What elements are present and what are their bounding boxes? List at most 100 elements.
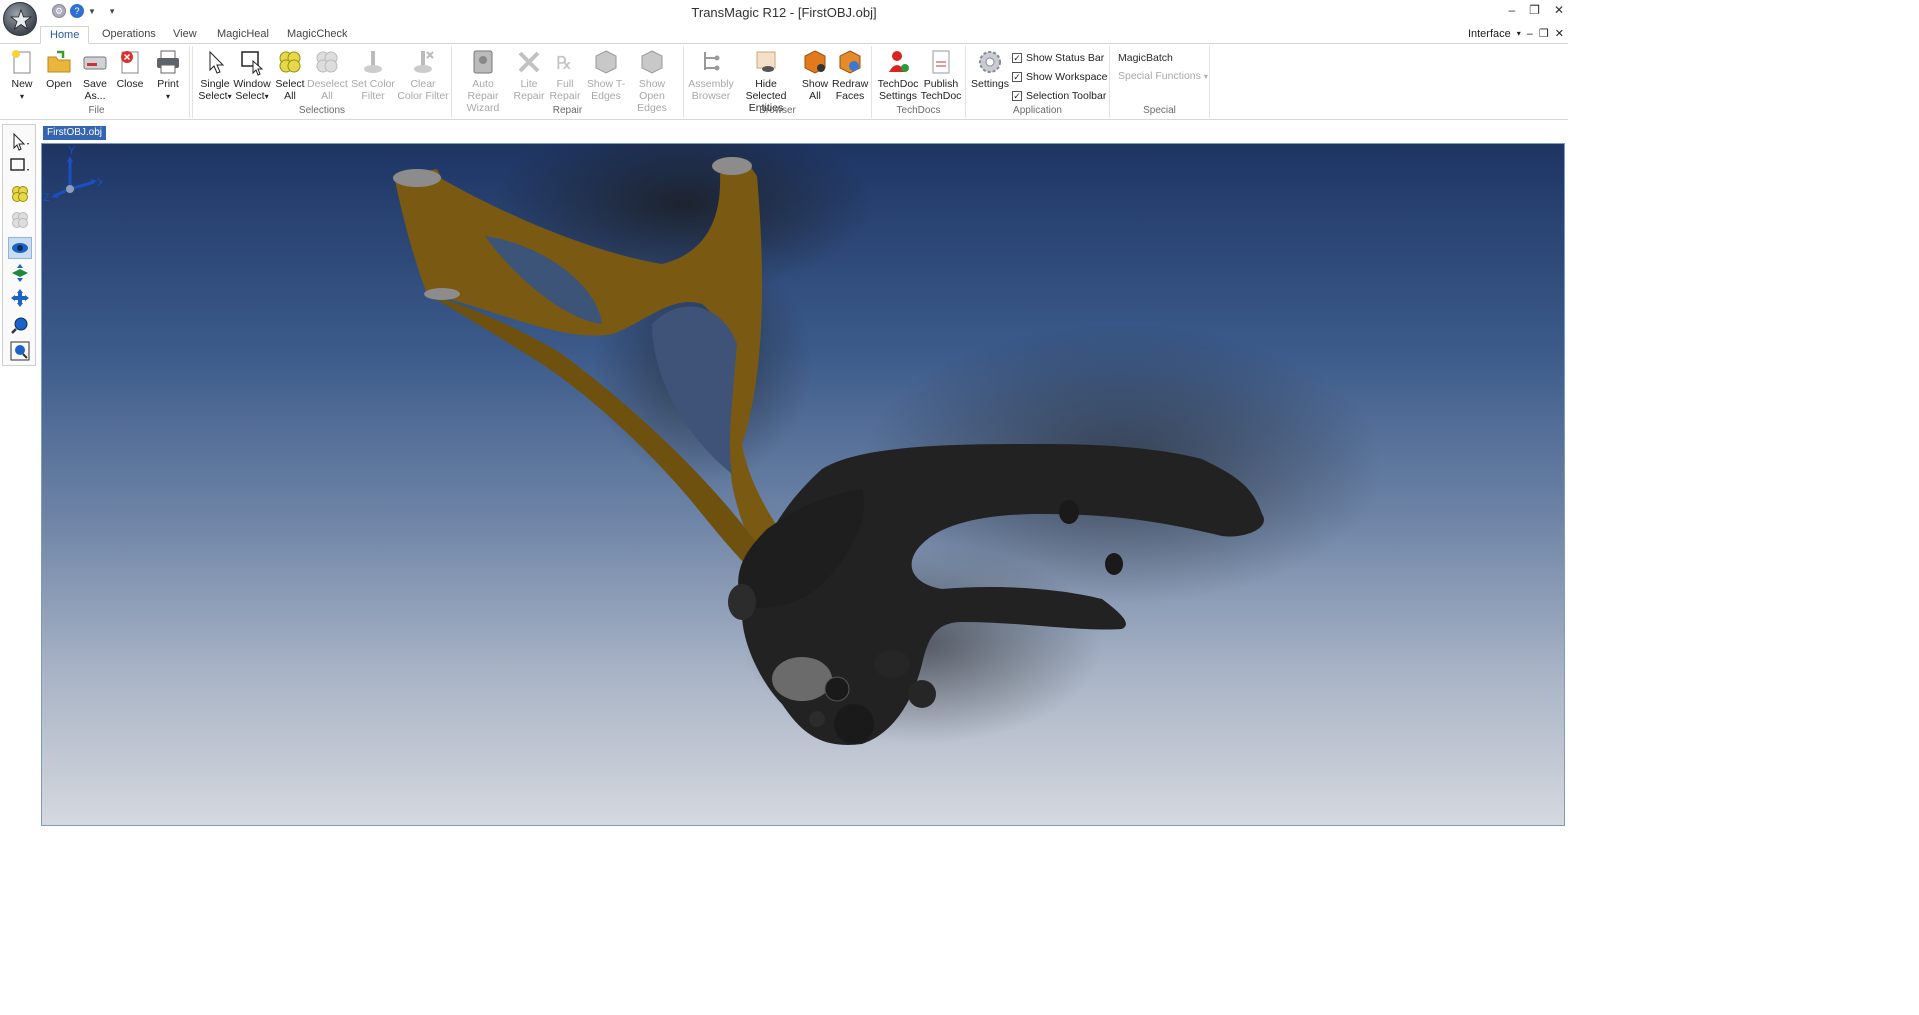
select-arrow-tool[interactable] — [8, 131, 32, 153]
deselect-all-icon — [316, 51, 338, 73]
interface-label[interactable]: Interface — [1468, 28, 1511, 40]
publish-doc-icon — [932, 50, 950, 74]
plane-icon — [12, 264, 28, 282]
rotate-icon — [12, 243, 28, 253]
tab-magicheal[interactable]: MagicHeal — [208, 26, 278, 44]
wizard-icon — [473, 50, 493, 74]
cube-t-edges-icon — [595, 50, 617, 74]
show-all-icon — [804, 50, 826, 74]
window-select-button[interactable]: Window Select▾ — [233, 48, 271, 103]
techdoc-settings-icon — [889, 51, 909, 72]
printer-icon — [157, 50, 179, 74]
group-selections: Single Select▾ Window Select▾ Select All… — [192, 46, 452, 118]
redraw-faces-icon — [839, 50, 861, 74]
checkbox-checked-icon: ✓ — [1012, 91, 1022, 101]
model-render — [393, 144, 1382, 745]
window-select-icon — [10, 158, 29, 171]
3d-viewport[interactable]: Y X Z — [41, 143, 1565, 826]
assembly-tree-icon — [704, 52, 720, 71]
zoom-tool[interactable] — [8, 315, 32, 337]
full-repair-button[interactable]: ℞ Full Repair — [548, 48, 582, 102]
print-button[interactable]: Print ▾ — [152, 48, 184, 103]
open-button[interactable]: Open — [44, 48, 74, 90]
deselect-all-button[interactable]: Deselect All — [307, 48, 348, 102]
axis-y-label: Y — [68, 145, 76, 157]
gear-icon — [979, 51, 1001, 73]
ribbon-tabs: Home Operations View MagicHeal MagicChec… — [0, 26, 1568, 44]
interface-menu[interactable]: Interface ▾ – ❐ ✕ — [1468, 27, 1564, 41]
selection-toolbar-checkbox[interactable]: ✓ Selection Toolbar — [1012, 90, 1106, 102]
deselect-all-tool[interactable] — [8, 209, 32, 231]
full-repair-icon: ℞ — [556, 53, 572, 73]
publish-techdoc-button[interactable]: Publish TechDoc — [920, 48, 962, 102]
app-menu-button[interactable] — [3, 2, 37, 36]
settings-button[interactable]: Settings — [970, 48, 1010, 90]
group-label-application: Application — [1013, 105, 1062, 116]
tab-home[interactable]: Home — [40, 26, 90, 44]
new-button[interactable]: New ▾ — [8, 48, 36, 103]
document-tab[interactable]: FirstOBJ.obj — [43, 126, 107, 140]
group-label-selections: Selections — [298, 105, 346, 116]
open-folder-icon — [47, 50, 71, 73]
tab-magiccheck[interactable]: MagicCheck — [278, 26, 357, 44]
save-as-button[interactable]: Save As... — [80, 48, 110, 102]
close-window-icon[interactable]: ✕ — [1554, 3, 1564, 17]
axis-z-label: Z — [43, 192, 50, 204]
group-label-techdocs: TechDocs — [896, 105, 941, 116]
rotate-view-tool[interactable] — [8, 237, 32, 259]
magicbatch-button[interactable]: MagicBatch — [1118, 52, 1173, 64]
tab-view[interactable]: View — [164, 26, 206, 44]
select-all-button[interactable]: Select All — [275, 48, 305, 102]
close-button[interactable]: Close — [114, 48, 146, 90]
group-browser: Assembly Browser Hide Selected Entities … — [684, 46, 872, 118]
group-techdocs: TechDoc Settings Publish TechDoc TechDoc… — [872, 46, 966, 118]
save-as-icon — [83, 56, 107, 70]
doc-minimize-icon[interactable]: – — [1527, 28, 1533, 40]
clear-filter-icon — [414, 51, 434, 73]
tab-operations[interactable]: Operations — [93, 26, 165, 44]
pan-tool[interactable] — [8, 287, 32, 309]
axis-triad: Y X Z — [43, 145, 102, 204]
zoom-icon — [11, 317, 28, 334]
selection-toolbar — [2, 124, 36, 366]
chevron-down-icon: ▾ — [1516, 29, 1521, 38]
cursor-arrow-icon — [13, 132, 29, 151]
techdoc-settings-button[interactable]: TechDoc Settings — [876, 48, 920, 102]
group-label-browser: Browser — [759, 105, 796, 116]
ribbon: New▾ Open Save As... Close File Print▾ — [0, 44, 1568, 120]
cube-open-edges-icon — [641, 50, 663, 74]
show-all-button[interactable]: Show All — [798, 48, 832, 102]
lite-repair-button[interactable]: Lite Repair — [512, 48, 546, 102]
zoom-window-icon — [10, 341, 30, 361]
redraw-faces-button[interactable]: Redraw Faces — [832, 48, 868, 102]
new-file-icon — [12, 50, 31, 74]
show-workspace-checkbox[interactable]: ✓ Show Workspace — [1012, 71, 1108, 83]
color-filter-icon — [364, 51, 382, 73]
set-color-filter-button[interactable]: Set Color Filter — [351, 48, 395, 102]
doc-restore-icon[interactable]: ❐ — [1539, 27, 1549, 40]
checkbox-checked-icon: ✓ — [1012, 53, 1022, 63]
assembly-browser-button[interactable]: Assembly Browser — [686, 48, 736, 102]
hide-entities-icon — [756, 51, 776, 72]
special-functions-dropdown[interactable]: Special Functions ▾ — [1118, 70, 1208, 82]
group-label-repair: Repair — [552, 105, 583, 116]
move-arrows-icon — [11, 289, 29, 307]
window-select-icon — [241, 51, 264, 76]
show-t-edges-button[interactable]: Show T-Edges — [586, 48, 626, 102]
minimize-icon[interactable]: – — [1508, 3, 1515, 17]
checkbox-checked-icon: ✓ — [1012, 72, 1022, 82]
clear-color-filter-button[interactable]: Clear Color Filter — [397, 48, 449, 102]
group-label-file: File — [88, 105, 105, 116]
select-all-tool[interactable] — [8, 183, 32, 205]
show-status-bar-checkbox[interactable]: ✓ Show Status Bar — [1012, 52, 1104, 64]
group-special: MagicBatch Special Functions ▾ Special — [1110, 46, 1210, 118]
restore-icon[interactable]: ❐ — [1529, 3, 1540, 17]
pan-plane-tool[interactable] — [8, 262, 32, 284]
group-application: Settings ✓ Show Status Bar ✓ Show Worksp… — [966, 46, 1110, 118]
single-select-button[interactable]: Single Select▾ — [197, 48, 233, 103]
zoom-window-tool[interactable] — [8, 340, 32, 362]
window-title: TransMagic R12 - [FirstOBJ.obj] — [691, 5, 877, 20]
window-select-tool[interactable] — [8, 155, 32, 177]
doc-close-icon[interactable]: ✕ — [1555, 27, 1564, 40]
select-all-icon — [12, 186, 28, 202]
